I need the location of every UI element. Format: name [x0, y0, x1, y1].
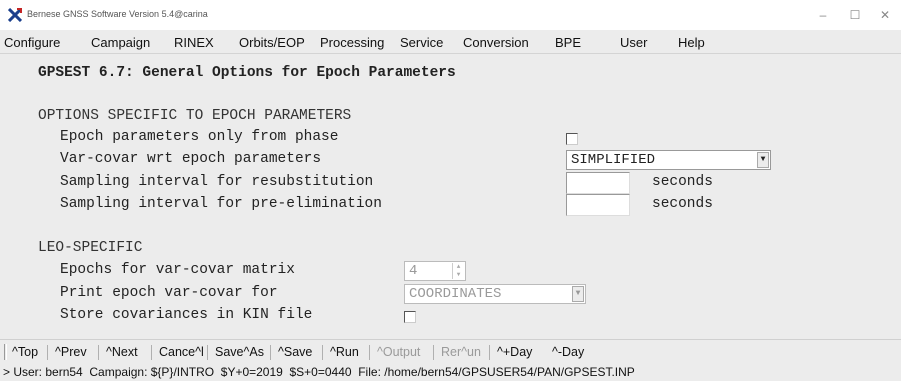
menu-campaign[interactable]: Campaign — [91, 35, 150, 50]
section-heading-leo: LEO-SPECIFIC — [38, 240, 143, 256]
plus-day-button[interactable]: ^+Day — [497, 345, 532, 359]
epoch-only-phase-checkbox[interactable] — [566, 133, 578, 145]
print-varcovar-value: COORDINATES — [409, 286, 502, 302]
menu-processing[interactable]: Processing — [320, 35, 384, 50]
minimize-icon[interactable]: – — [811, 6, 835, 24]
menu-help[interactable]: Help — [678, 35, 705, 50]
spinner-arrows-icon[interactable]: ▲ ▼ — [452, 263, 464, 279]
preelim-label: Sampling interval for pre-elimination — [60, 196, 382, 212]
output-button[interactable]: ^Output — [377, 345, 420, 359]
chevron-down-icon[interactable]: ▼ — [757, 152, 769, 168]
maximize-icon[interactable]: ☐ — [843, 6, 867, 24]
menu-service[interactable]: Service — [400, 35, 443, 50]
store-cov-label: Store covariances in KIN file — [60, 307, 313, 323]
menu-orbits-eop[interactable]: Orbits/EOP — [239, 35, 305, 50]
menu-user[interactable]: User — [620, 35, 647, 50]
save-as-button[interactable]: Save^As — [215, 345, 264, 359]
app-logo-icon — [8, 8, 22, 22]
toolbar-separator — [47, 345, 48, 360]
epochs-varcovar-label: Epochs for var-covar matrix — [60, 262, 295, 278]
print-varcovar-select[interactable]: COORDINATES ▼ — [404, 284, 586, 304]
resub-input[interactable] — [566, 172, 630, 194]
toolbar-separator — [207, 345, 208, 360]
title-bar: Bernese GNSS Software Version 5.4@carina… — [0, 0, 901, 30]
toolbar-separator — [369, 345, 370, 360]
epochs-varcovar-value: 4 — [409, 263, 418, 279]
toolbar-separator — [151, 345, 152, 360]
cancel-button[interactable]: Cance^l — [159, 345, 204, 359]
rerun-button[interactable]: Rer^un — [441, 345, 481, 359]
run-button[interactable]: ^Run — [330, 345, 359, 359]
resub-unit: seconds — [652, 174, 713, 190]
minus-day-button[interactable]: ^-Day — [552, 345, 584, 359]
status-bar: > User: bern54 Campaign: ${P}/INTRO $Y+0… — [0, 363, 901, 381]
section-heading-epoch: OPTIONS SPECIFIC TO EPOCH PARAMETERS — [38, 108, 352, 124]
toolbar-separator — [98, 345, 99, 360]
resub-label: Sampling interval for resubstitution — [60, 174, 374, 190]
varcovar-label: Var-covar wrt epoch parameters — [60, 151, 322, 167]
close-icon[interactable]: ✕ — [873, 6, 897, 24]
menu-bar: Configure Campaign RINEX Orbits/EOP Proc… — [0, 30, 901, 54]
toolbar-separator — [489, 345, 490, 360]
epoch-only-phase-label: Epoch parameters only from phase — [60, 129, 339, 145]
chevron-down-icon[interactable]: ▼ — [572, 286, 584, 302]
save-button[interactable]: ^Save — [278, 345, 312, 359]
panel-title: GPSEST 6.7: General Options for Epoch Pa… — [38, 65, 456, 81]
menu-bpe[interactable]: BPE — [555, 35, 581, 50]
menu-rinex[interactable]: RINEX — [174, 35, 214, 50]
prev-button[interactable]: ^Prev — [55, 345, 87, 359]
toolbar-grip — [4, 344, 7, 360]
preelim-unit: seconds — [652, 196, 713, 212]
top-button[interactable]: ^Top — [12, 345, 38, 359]
epochs-varcovar-spinner[interactable]: 4 ▲ ▼ — [404, 261, 466, 281]
store-cov-checkbox[interactable] — [404, 311, 416, 323]
varcovar-value: SIMPLIFIED — [571, 152, 656, 168]
toolbar-separator — [433, 345, 434, 360]
status-text: > User: bern54 Campaign: ${P}/INTRO $Y+0… — [3, 365, 635, 379]
varcovar-select[interactable]: SIMPLIFIED ▼ — [566, 150, 771, 170]
options-panel: GPSEST 6.7: General Options for Epoch Pa… — [0, 54, 901, 339]
menu-conversion[interactable]: Conversion — [463, 35, 529, 50]
print-varcovar-label: Print epoch var-covar for — [60, 285, 278, 301]
window-title: Bernese GNSS Software Version 5.4@carina — [27, 9, 208, 19]
toolbar-separator — [270, 345, 271, 360]
next-button[interactable]: ^Next — [106, 345, 138, 359]
action-toolbar: ^Top ^Prev ^Next Cance^l Save^As ^Save ^… — [0, 339, 901, 363]
menu-configure[interactable]: Configure — [4, 35, 60, 50]
toolbar-separator — [322, 345, 323, 360]
preelim-input[interactable] — [566, 194, 630, 216]
